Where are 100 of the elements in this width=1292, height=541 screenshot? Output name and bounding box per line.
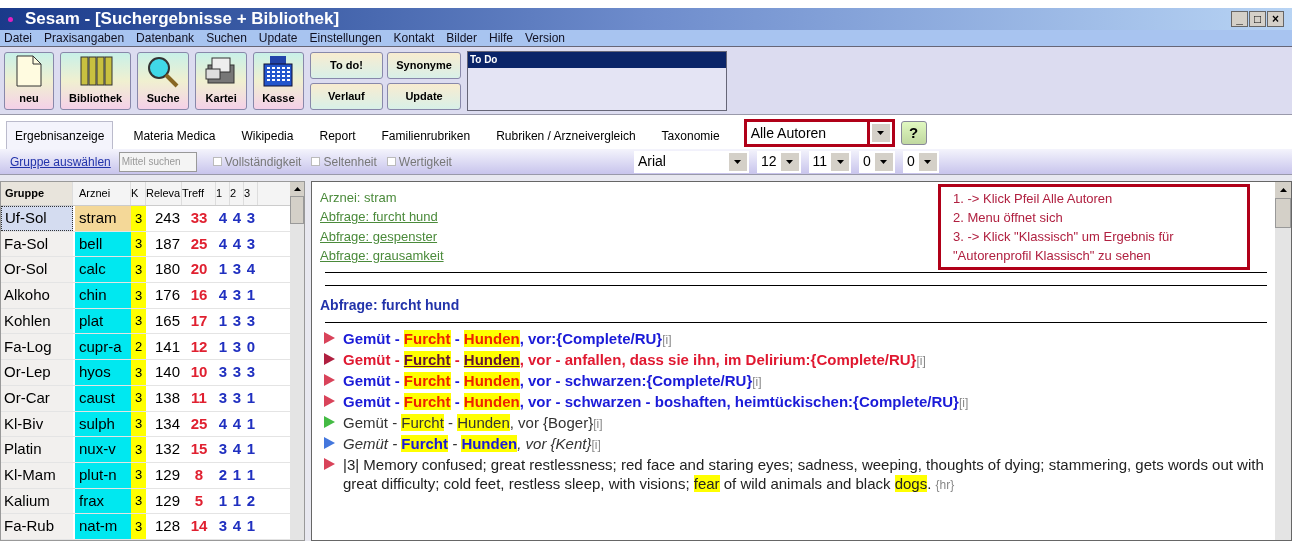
- toolbar-button[interactable]: Verlauf: [309, 82, 384, 110]
- checkbox[interactable]: [386, 157, 396, 166]
- table-cell[interactable]: nux-v: [75, 437, 131, 462]
- section-heading: Abfrage: furcht hund: [320, 295, 461, 315]
- table-cell[interactable]: Or-Sol: [1, 257, 73, 283]
- tab[interactable]: Materia Medica: [123, 123, 226, 149]
- table-cell[interactable]: Kl-Biv: [1, 411, 73, 437]
- table-cell[interactable]: plat: [75, 308, 131, 334]
- table-cell[interactable]: stram: [75, 206, 131, 231]
- table-cell[interactable]: Alkoho: [1, 283, 73, 308]
- menu-item[interactable]: Datenbank: [136, 29, 195, 47]
- table-cell[interactable]: Fa-Sol: [1, 231, 73, 257]
- size-select[interactable]: 0: [902, 150, 939, 173]
- table-cell-text: 4: [231, 413, 243, 434]
- group-select-link[interactable]: Gruppe auswählen: [10, 152, 111, 171]
- checkbox[interactable]: [212, 157, 222, 166]
- table-cell[interactable]: calc: [75, 257, 131, 283]
- checkbox[interactable]: [311, 157, 321, 166]
- dropdown-arrow-button[interactable]: [728, 152, 747, 171]
- table-cell[interactable]: sulph: [75, 411, 131, 437]
- table-cell[interactable]: Or-Lep: [1, 360, 73, 385]
- dropdown-arrow-button[interactable]: [918, 152, 937, 171]
- scroll-thumb[interactable]: [290, 196, 304, 224]
- toolbar-button[interactable]: Synonyme: [387, 51, 461, 79]
- column-header[interactable]: 1: [216, 182, 230, 205]
- up-arrow-icon[interactable]: [1279, 188, 1287, 192]
- up-arrow-icon[interactable]: [293, 187, 301, 191]
- menu-item[interactable]: Update: [258, 29, 298, 47]
- menu-item[interactable]: Praxisangaben: [44, 29, 125, 47]
- column-header[interactable]: Treff: [182, 182, 216, 205]
- table-cell: 3: [131, 411, 146, 437]
- menu-item[interactable]: Hilfe: [489, 29, 513, 47]
- menu-item[interactable]: Suchen: [206, 29, 247, 47]
- toolbar-button[interactable]: To do!: [309, 51, 384, 79]
- table-cell[interactable]: hyos: [75, 360, 131, 385]
- menu-item[interactable]: Datei: [4, 29, 32, 47]
- scrollbar[interactable]: [290, 182, 304, 540]
- toolbar-button[interactable]: Kartei: [195, 51, 248, 110]
- table-cell[interactable]: Platin: [1, 437, 73, 462]
- column-header[interactable]: 2: [230, 182, 244, 205]
- table-cell[interactable]: bell: [75, 231, 131, 257]
- toolbar-button[interactable]: neu: [4, 51, 54, 110]
- toolbar-button[interactable]: Bibliothek: [60, 51, 132, 110]
- query-link[interactable]: Abfrage: grausamkeit: [320, 248, 444, 263]
- table-cell[interactable]: plut-n: [75, 462, 131, 488]
- toolbar-button[interactable]: Update: [387, 82, 461, 110]
- scroll-thumb[interactable]: [1275, 198, 1291, 228]
- table-cell[interactable]: cupr-a: [75, 334, 131, 360]
- table-cell[interactable]: Kalium: [1, 488, 73, 514]
- dropdown-arrow-button[interactable]: [831, 152, 850, 171]
- table-cell[interactable]: Kohlen: [1, 308, 73, 334]
- dropdown-arrow-button[interactable]: [780, 152, 799, 171]
- table-cell-text: 3: [217, 387, 229, 408]
- column-header[interactable]: Gruppe: [1, 182, 73, 205]
- query-link[interactable]: Abfrage: furcht hund: [320, 209, 438, 224]
- table-cell[interactable]: Uf-Sol: [1, 206, 73, 231]
- tab[interactable]: Rubriken / Arzneivergleich: [486, 123, 646, 149]
- table-cell[interactable]: Fa-Rub: [1, 514, 73, 539]
- window-control-button[interactable]: □: [1249, 11, 1266, 27]
- tab[interactable]: Taxonomie: [651, 123, 730, 149]
- table-cell: 3: [131, 514, 146, 539]
- column-header[interactable]: Releva: [146, 182, 182, 205]
- table-cell-text: 3: [217, 439, 229, 460]
- table-cell[interactable]: frax: [75, 488, 131, 514]
- author-select[interactable]: Alle Autoren: [743, 119, 895, 147]
- tab[interactable]: Ergebnisanzeige: [6, 121, 114, 149]
- toolbar-button[interactable]: Suche: [137, 51, 190, 110]
- caret-icon: [924, 159, 932, 164]
- menu-item[interactable]: Bilder: [446, 29, 477, 47]
- dropdown-arrow-button[interactable]: [874, 152, 893, 171]
- search-field[interactable]: Mittel suchen: [118, 151, 197, 172]
- query-link[interactable]: Abfrage: gespenster: [320, 228, 438, 244]
- tab[interactable]: Wikipedia: [231, 123, 304, 149]
- table-cell[interactable]: chin: [75, 283, 131, 308]
- font-select[interactable]: Arial: [633, 150, 749, 173]
- window-control-button[interactable]: _: [1231, 11, 1248, 27]
- tab[interactable]: Familienrubriken: [371, 123, 481, 149]
- size-select[interactable]: 11: [808, 150, 852, 173]
- column-header[interactable]: 3: [244, 182, 258, 205]
- scrollbar[interactable]: [1275, 182, 1291, 540]
- table-cell[interactable]: Fa-Log: [1, 334, 73, 360]
- menu-item[interactable]: Einstellungen: [309, 29, 382, 47]
- help-button[interactable]: ?: [900, 121, 927, 145]
- dropdown-arrow-button[interactable]: [871, 124, 890, 142]
- table-cell-text: 3: [217, 516, 229, 537]
- table-cell[interactable]: nat-m: [75, 514, 131, 539]
- table-cell-text: 243: [153, 208, 181, 229]
- size-select[interactable]: 12: [756, 150, 801, 173]
- menu-item[interactable]: Kontakt: [393, 29, 435, 47]
- tab[interactable]: Report: [309, 123, 366, 149]
- table-cell[interactable]: Or-Car: [1, 385, 73, 411]
- table-cell-text: 10: [189, 362, 209, 383]
- table-cell[interactable]: Kl-Mam: [1, 462, 73, 488]
- window-control-button[interactable]: ×: [1267, 11, 1284, 27]
- column-header[interactable]: Arznei: [75, 182, 131, 205]
- menu-item[interactable]: Version: [525, 29, 566, 47]
- table-cell[interactable]: caust: [75, 385, 131, 411]
- column-header[interactable]: K: [131, 182, 146, 205]
- size-select[interactable]: 0: [859, 150, 895, 173]
- toolbar-button[interactable]: Kasse: [253, 51, 304, 110]
